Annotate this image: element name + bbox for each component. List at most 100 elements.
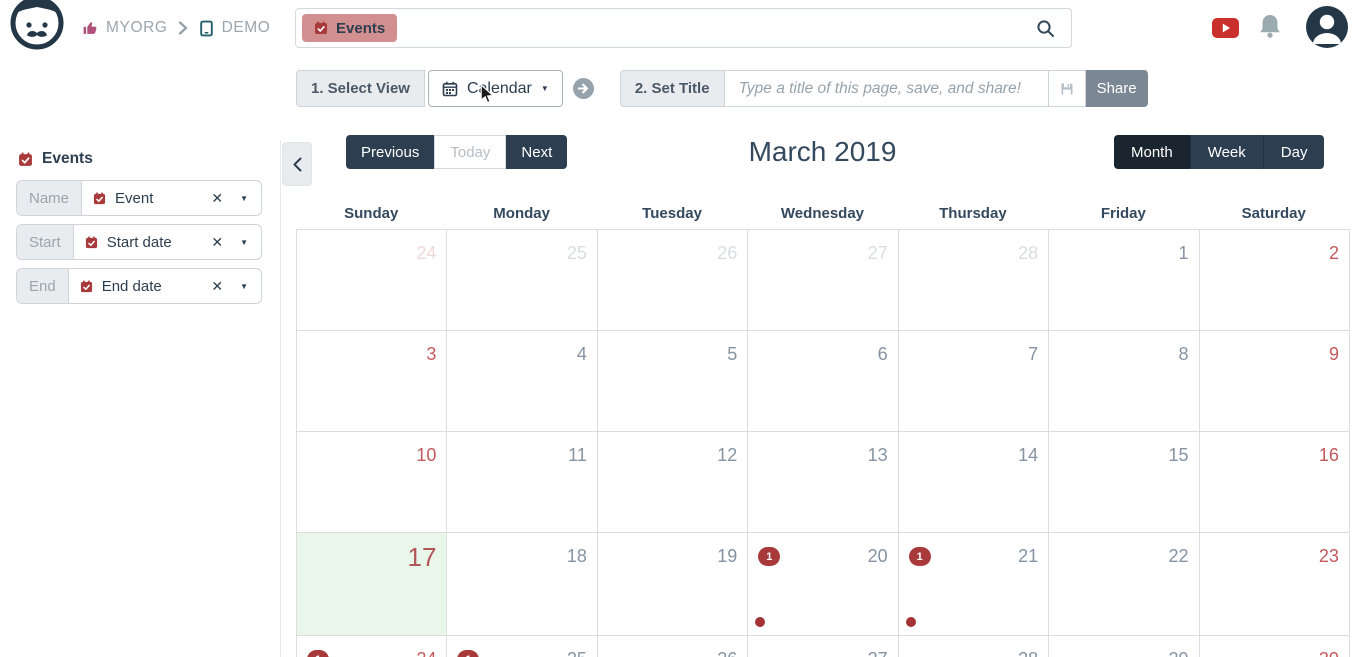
- save-button[interactable]: [1048, 70, 1086, 107]
- breadcrumb-app[interactable]: DEMO: [222, 19, 271, 37]
- calendar-day-cell[interactable]: 27: [748, 230, 899, 331]
- calendar-day-cell[interactable]: 10: [297, 432, 448, 533]
- calendar-day-cell[interactable]: 29: [1049, 636, 1200, 657]
- device-icon: [198, 20, 215, 37]
- event-count-badge[interactable]: 1: [307, 650, 329, 657]
- calendar-day-cell[interactable]: 13: [748, 432, 899, 533]
- calendar-day-cell[interactable]: 24: [297, 230, 448, 331]
- clear-field-icon[interactable]: ✕: [211, 191, 223, 205]
- calendar-day-cell[interactable]: 21 1: [898, 533, 1050, 636]
- day-number: 5: [727, 344, 738, 364]
- sidebar-divider: [280, 140, 281, 657]
- calendar-day-cell[interactable]: 26: [597, 230, 749, 331]
- arrow-right-circle-icon: [572, 78, 594, 99]
- day-number: 26: [717, 243, 738, 263]
- field-label: End: [17, 269, 69, 303]
- calendar-day-cell[interactable]: 14: [898, 432, 1050, 533]
- calendar-day-cell[interactable]: 7: [898, 331, 1050, 432]
- share-button[interactable]: Share: [1085, 70, 1148, 107]
- day-number: 27: [868, 649, 888, 657]
- calendar-day-cell[interactable]: 4: [447, 331, 598, 432]
- step2-label: 2. Set Title: [619, 70, 725, 107]
- breadcrumb-org[interactable]: MYORG: [106, 19, 168, 37]
- day-header: Thursday: [939, 205, 1007, 222]
- thumbs-up-icon: [82, 20, 99, 37]
- event-dot[interactable]: [905, 617, 916, 627]
- day-number: 27: [867, 243, 888, 263]
- calendar-day-cell[interactable]: 22: [1049, 533, 1200, 636]
- calendar-day-cell[interactable]: 2: [1199, 230, 1350, 331]
- notification-bell-icon[interactable]: [1256, 13, 1284, 45]
- clear-field-icon[interactable]: ✕: [211, 235, 223, 249]
- field-value-dropdown[interactable]: Start date ✕ ▼: [74, 225, 261, 259]
- view-selector-label: Calendar: [466, 79, 532, 97]
- tab-events[interactable]: Events: [302, 14, 398, 42]
- day-number: 18: [566, 546, 587, 566]
- calendar-day-cell[interactable]: 26: [597, 636, 749, 657]
- field-label: Name: [17, 181, 83, 215]
- calendar-day-cell[interactable]: 28: [898, 230, 1050, 331]
- field-value-dropdown[interactable]: End date ✕ ▼: [69, 269, 261, 303]
- day-number: 4: [576, 344, 587, 364]
- day-number: 17: [407, 542, 437, 572]
- day-number: 19: [717, 546, 738, 566]
- calendar-day-cell[interactable]: 8: [1049, 331, 1200, 432]
- calendar-day-cell[interactable]: 12: [597, 432, 749, 533]
- calendar-day-cell[interactable]: 11: [447, 432, 598, 533]
- day-number: 16: [1318, 445, 1339, 465]
- calendar-week-row: 10 11 12 13 14 15 16: [297, 432, 1350, 533]
- event-count-badge[interactable]: 1: [457, 650, 480, 657]
- day-header: Wednesday: [780, 205, 865, 222]
- view-selector-dropdown[interactable]: Calendar ▼: [427, 70, 563, 107]
- event-count-badge[interactable]: 1: [758, 547, 781, 566]
- view-day-button[interactable]: Day: [1262, 135, 1325, 169]
- chevron-down-icon[interactable]: ▼: [240, 282, 248, 291]
- calendar-day-cell[interactable]: 5: [597, 331, 749, 432]
- view-week-button[interactable]: Week: [1189, 135, 1263, 169]
- calendar-day-cell[interactable]: 15: [1049, 432, 1200, 533]
- calendar-day-cell[interactable]: 23: [1199, 533, 1350, 636]
- youtube-icon[interactable]: [1212, 18, 1239, 43]
- calendar-day-cell[interactable]: 25 1: [447, 636, 598, 657]
- calendar-day-cell[interactable]: 17: [297, 533, 448, 636]
- day-number: 14: [1018, 445, 1039, 465]
- app-logo-mustache-face-icon[interactable]: [9, 0, 65, 57]
- floppy-disk-icon: [1059, 81, 1075, 97]
- calendar-day-cell[interactable]: 27: [748, 636, 899, 657]
- calendar-day-cell[interactable]: 18: [447, 533, 598, 636]
- calendar-day-cell[interactable]: 25: [447, 230, 598, 331]
- clear-field-icon[interactable]: ✕: [211, 279, 223, 293]
- page-title-input[interactable]: [724, 70, 1049, 107]
- day-number: 1: [1178, 243, 1189, 263]
- chevron-down-icon[interactable]: ▼: [240, 194, 248, 203]
- day-number: 13: [867, 445, 888, 465]
- calendar-day-cell[interactable]: 1: [1049, 230, 1200, 331]
- calendar-day-cell[interactable]: 19: [597, 533, 749, 636]
- day-number: 28: [1018, 649, 1038, 657]
- calendar-outline-icon: [442, 81, 458, 97]
- day-number: 24: [416, 649, 436, 657]
- event-count-badge[interactable]: 1: [908, 547, 931, 566]
- calendar-day-cell[interactable]: 30: [1199, 636, 1350, 657]
- chevron-down-icon[interactable]: ▼: [240, 238, 248, 247]
- calendar-day-cell[interactable]: 9: [1199, 331, 1350, 432]
- calendar-day-cell[interactable]: 6: [748, 331, 899, 432]
- account-avatar[interactable]: [1306, 6, 1348, 53]
- calendar-check-icon: [314, 21, 328, 35]
- day-number: 26: [717, 649, 737, 657]
- day-number: 25: [566, 243, 587, 263]
- day-header-row: Sunday Monday Tuesday Wednesday Thursday Frid…: [296, 205, 1349, 222]
- day-number: 6: [877, 344, 888, 364]
- event-dot[interactable]: [755, 617, 766, 627]
- calendar-day-cell[interactable]: 24 1: [297, 636, 448, 657]
- calendar-day-cell[interactable]: 16: [1199, 432, 1350, 533]
- search-button[interactable]: [1036, 19, 1055, 38]
- view-month-button[interactable]: Month: [1114, 135, 1190, 169]
- day-header: Sunday: [344, 205, 399, 222]
- day-number: 20: [867, 546, 888, 566]
- field-value-dropdown[interactable]: Event ✕ ▼: [82, 181, 261, 215]
- calendar-day-cell[interactable]: 28: [898, 636, 1050, 657]
- calendar-day-cell[interactable]: 20 1: [748, 533, 899, 636]
- calendar-day-cell[interactable]: 3: [297, 331, 448, 432]
- calendar-view-switcher: Month Week Day: [1114, 135, 1325, 169]
